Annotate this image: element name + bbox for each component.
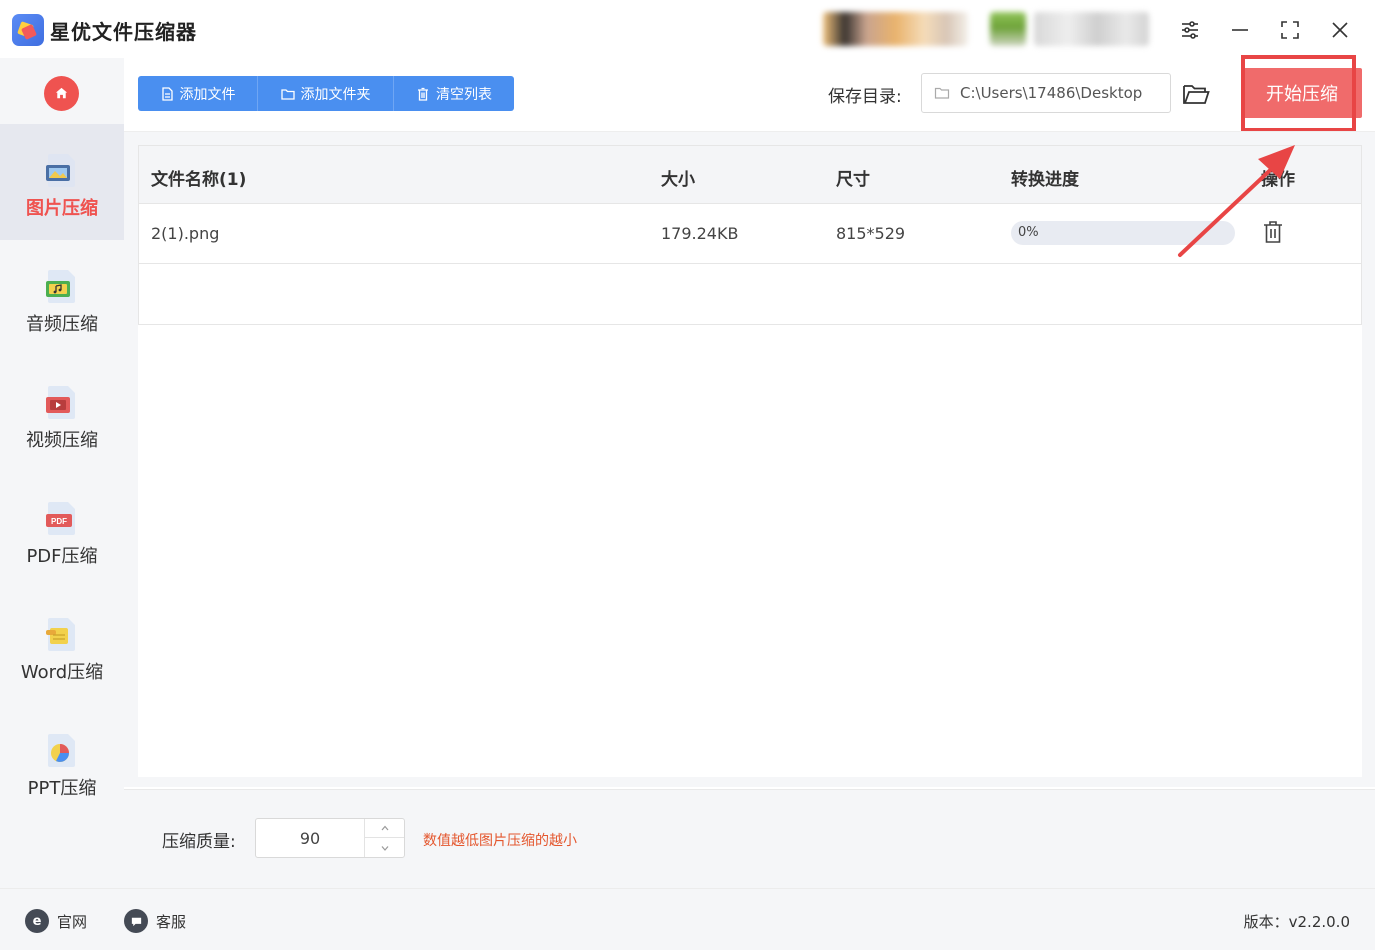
header-dimension: 尺寸 xyxy=(836,170,870,190)
sidebar-item-label: PPT压缩 xyxy=(27,778,97,799)
open-folder-icon[interactable] xyxy=(1181,80,1211,108)
add-file-button[interactable]: 添加文件 xyxy=(138,76,258,111)
clear-list-label: 清空列表 xyxy=(436,86,492,103)
sidebar-item-label: 音频压缩 xyxy=(26,314,98,335)
footer: e 官网 客服 版本：v2.2.0.0 xyxy=(0,888,1375,950)
video-file-icon xyxy=(46,386,75,419)
add-folder-button[interactable]: 添加文件夹 xyxy=(258,76,394,111)
app-title: 星优文件压缩器 xyxy=(50,20,197,44)
increment-button[interactable] xyxy=(365,819,404,838)
header-name: 文件名称(1) xyxy=(151,170,247,190)
sidebar-item-label: 图片压缩 xyxy=(26,198,98,219)
sidebar-item-ppt[interactable]: PPT压缩 xyxy=(0,704,124,820)
folder-icon xyxy=(280,88,295,100)
app-logo-icon xyxy=(12,14,44,46)
file-icon xyxy=(161,86,173,101)
header-size: 大小 xyxy=(661,170,695,190)
progress-text: 0% xyxy=(1018,225,1039,240)
sidebar-item-video[interactable]: 视频压缩 xyxy=(0,356,124,472)
word-file-icon xyxy=(46,618,75,651)
file-button-group: 添加文件 添加文件夹 清空列表 xyxy=(138,76,514,111)
pdf-file-icon: PDF xyxy=(46,502,75,535)
version-text: 版本：v2.2.0.0 xyxy=(1243,913,1350,931)
home-icon[interactable] xyxy=(44,76,79,111)
header-action: 操作 xyxy=(1261,170,1295,190)
sidebar-item-audio[interactable]: 音频压缩 xyxy=(0,240,124,356)
quality-input[interactable]: 90 xyxy=(256,829,364,848)
sidebar-item-label: Word压缩 xyxy=(20,662,104,683)
quality-hint: 数值越低图片压缩的越小 xyxy=(423,833,577,849)
support-label: 客服 xyxy=(156,912,187,931)
image-file-icon xyxy=(46,154,75,187)
table-row[interactable]: 2(1).png 179.24KB 815*529 0% xyxy=(139,204,1361,264)
chevron-up-icon xyxy=(381,825,388,831)
sidebar: 图片压缩 音频压缩 视频压缩 PDF PDF压缩 Word压缩 PPT压缩 xyxy=(0,58,124,888)
decrement-button[interactable] xyxy=(365,838,404,857)
file-table: 文件名称(1) 大小 尺寸 转换进度 操作 2(1).png 179.24KB … xyxy=(138,145,1362,325)
quality-spin xyxy=(364,819,404,857)
sidebar-item-label: 视频压缩 xyxy=(26,430,98,451)
ppt-file-icon xyxy=(48,734,75,767)
folder-icon xyxy=(934,87,950,99)
delete-trash-icon[interactable] xyxy=(1262,220,1284,244)
quality-stepper[interactable]: 90 xyxy=(255,818,405,858)
sidebar-item-pdf[interactable]: PDF PDF压缩 xyxy=(0,472,124,588)
file-size: 179.24KB xyxy=(661,224,739,243)
sidebar-item-image[interactable]: 图片压缩 xyxy=(0,124,124,240)
audio-file-icon xyxy=(46,270,75,303)
add-folder-label: 添加文件夹 xyxy=(300,86,371,103)
file-name: 2(1).png xyxy=(151,224,220,243)
minimize-icon[interactable] xyxy=(1224,14,1256,46)
quality-label: 压缩质量: xyxy=(162,832,236,852)
support-link[interactable]: 客服 xyxy=(124,909,186,933)
avatar xyxy=(990,12,1026,46)
chat-bubble-icon xyxy=(124,909,148,933)
add-file-label: 添加文件 xyxy=(179,86,236,103)
save-path-value: C:\Users\17486\Desktop xyxy=(960,84,1143,102)
trash-icon xyxy=(418,87,428,101)
save-path-field[interactable]: C:\Users\17486\Desktop xyxy=(921,73,1171,113)
ie-browser-icon: e xyxy=(25,909,49,933)
maximize-icon[interactable] xyxy=(1274,14,1306,46)
save-dir-label: 保存目录: xyxy=(828,87,902,107)
user-name-blurred xyxy=(1034,12,1149,46)
website-link[interactable]: e 官网 xyxy=(25,909,87,933)
start-compress-button[interactable]: 开始压缩 xyxy=(1242,68,1362,118)
header-progress: 转换进度 xyxy=(1011,170,1079,190)
website-label: 官网 xyxy=(57,912,88,931)
sidebar-item-label: PDF压缩 xyxy=(26,546,98,567)
close-icon[interactable] xyxy=(1324,14,1356,46)
settings-sliders-icon[interactable] xyxy=(1174,14,1206,46)
file-dimension: 815*529 xyxy=(836,224,906,243)
table-header: 文件名称(1) 大小 尺寸 转换进度 操作 xyxy=(139,146,1361,204)
table-row-empty xyxy=(139,264,1361,324)
clear-list-button[interactable]: 清空列表 xyxy=(394,76,514,111)
user-info-blurred xyxy=(823,12,968,46)
chevron-down-icon xyxy=(381,845,388,851)
title-bar: 星优文件压缩器 xyxy=(0,0,1375,58)
sidebar-item-word[interactable]: Word压缩 xyxy=(0,588,124,704)
svg-text:PDF: PDF xyxy=(51,517,67,526)
progress-bar: 0% xyxy=(1011,221,1235,245)
